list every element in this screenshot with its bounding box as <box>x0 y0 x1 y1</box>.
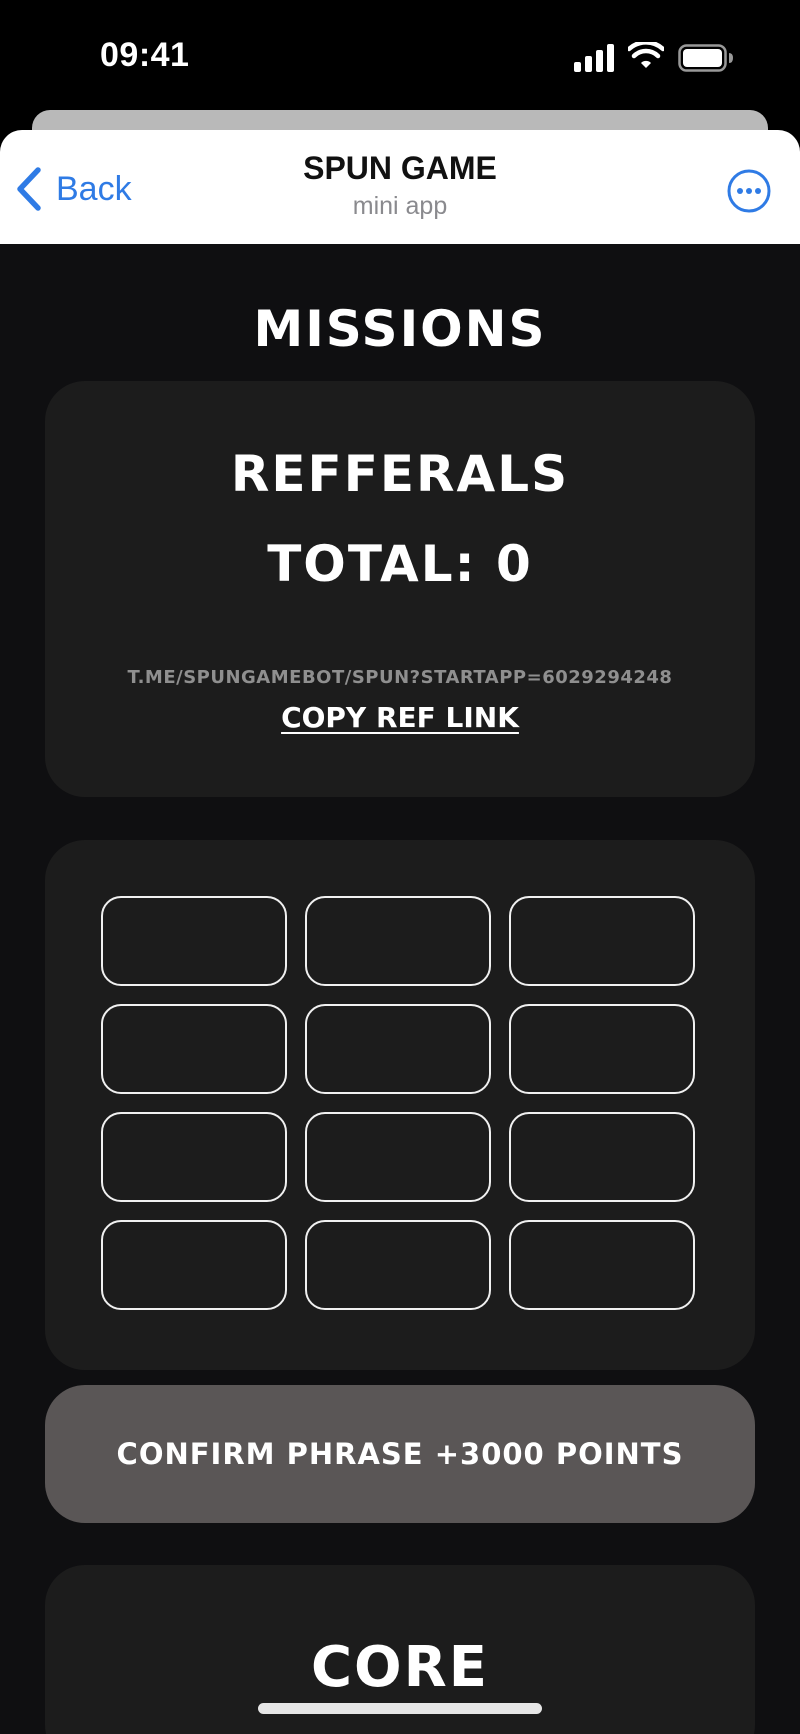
chevron-left-icon <box>17 167 41 211</box>
battery-icon <box>678 44 733 72</box>
status-bar: 09:41 <box>0 0 800 120</box>
page-title: MISSIONS <box>253 300 547 358</box>
phrase-word-input-2[interactable] <box>305 896 491 986</box>
app-title: SPUN GAME <box>303 150 497 186</box>
seed-phrase-card <box>45 840 755 1370</box>
phrase-word-input-4[interactable] <box>101 1004 287 1094</box>
referrals-title: REFFERALS <box>230 445 570 503</box>
wifi-icon <box>628 42 664 68</box>
confirm-phrase-button[interactable]: CONFIRM PHRASE +3000 POINTS <box>45 1385 755 1523</box>
referrals-total: TOTAL: 0 <box>267 535 533 593</box>
referrals-card: REFFERALS TOTAL: 0 T.ME/SPUNGAMEBOT/SPUN… <box>45 381 755 797</box>
phrase-word-input-12[interactable] <box>509 1220 695 1310</box>
phrase-word-input-8[interactable] <box>305 1112 491 1202</box>
cellular-signal-icon <box>574 44 614 72</box>
phrase-word-input-5[interactable] <box>305 1004 491 1094</box>
copy-ref-link-button[interactable]: COPY REF LINK <box>45 701 755 734</box>
mini-app-header: Back SPUN GAME mini app <box>0 130 800 244</box>
phrase-word-input-9[interactable] <box>509 1112 695 1202</box>
seed-phrase-grid <box>101 896 695 1310</box>
phrase-word-input-7[interactable] <box>101 1112 287 1202</box>
back-label: Back <box>56 169 132 208</box>
ellipsis-circle-icon[interactable] <box>726 168 772 214</box>
phrase-word-input-1[interactable] <box>101 896 287 986</box>
phrase-word-input-3[interactable] <box>509 896 695 986</box>
back-button[interactable]: Back <box>14 164 132 214</box>
home-indicator <box>258 1703 542 1714</box>
missions-screen: MISSIONS REFFERALS TOTAL: 0 T.ME/SPUNGAM… <box>0 244 800 1734</box>
status-time: 09:41 <box>100 36 190 74</box>
phrase-word-input-10[interactable] <box>101 1220 287 1310</box>
phrase-word-input-11[interactable] <box>305 1220 491 1310</box>
app-subtitle: mini app <box>352 192 448 220</box>
referral-link: T.ME/SPUNGAMEBOT/SPUN?STARTAPP=602929424… <box>127 667 673 688</box>
core-title: CORE <box>310 1635 490 1700</box>
phrase-word-input-6[interactable] <box>509 1004 695 1094</box>
